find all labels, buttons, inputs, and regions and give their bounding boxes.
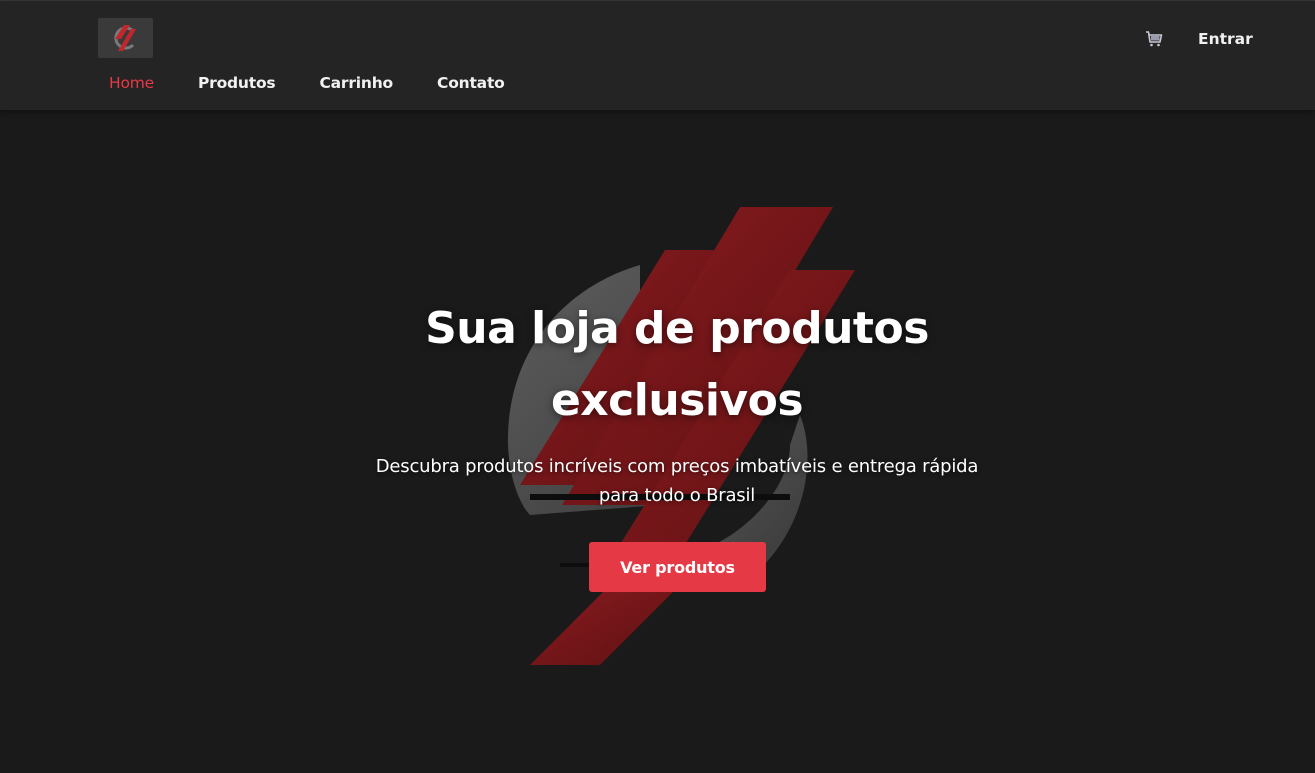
hero-content: Sua loja de produtos exclusivos Descubra…	[0, 110, 1315, 773]
ver-produtos-button[interactable]: Ver produtos	[589, 542, 766, 592]
main-nav: Home Produtos Carrinho Contato	[98, 71, 538, 95]
nav-produtos[interactable]: Produtos	[187, 74, 286, 92]
shopping-cart-icon	[1146, 31, 1163, 47]
nav-carrinho[interactable]: Carrinho	[308, 74, 404, 92]
hero-title: Sua loja de produtos exclusivos	[357, 293, 997, 437]
hero-subtitle-line1: Descubra produtos incríveis com preços i…	[375, 456, 979, 477]
cart-button[interactable]	[1143, 29, 1165, 49]
nav-home[interactable]: Home	[98, 74, 165, 92]
hero-subtitle: Descubra produtos incríveis com preços i…	[337, 452, 1017, 510]
brand-logo-icon	[113, 25, 136, 51]
nav-contato[interactable]: Contato	[426, 74, 516, 92]
hero-section: Sua loja de produtos exclusivos Descubra…	[0, 110, 1315, 773]
login-button[interactable]: Entrar	[1186, 27, 1265, 51]
hero-title-line1: Sua loja de produtos	[425, 303, 929, 354]
hero-title-line2: exclusivos	[550, 375, 804, 426]
hero-subtitle-line2: para todo o Brasil	[598, 485, 756, 506]
site-header: Home Produtos Carrinho Contato Entrar	[0, 1, 1315, 110]
brand-logo[interactable]	[98, 18, 153, 58]
